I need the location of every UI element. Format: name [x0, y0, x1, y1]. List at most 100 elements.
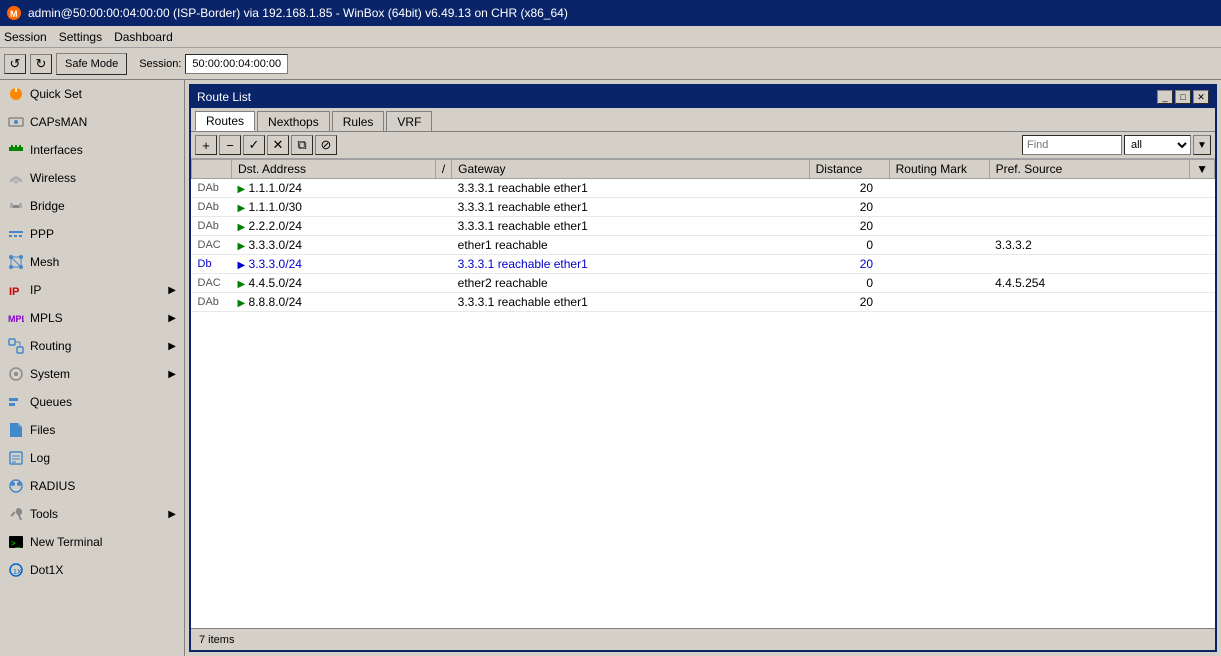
table-row[interactable]: DAb ▶ 1.1.1.0/24 3.3.3.1 reachable ether…: [192, 179, 1215, 198]
column-menu-icon[interactable]: ▼: [1196, 162, 1208, 176]
window-controls: _ □ ✕: [1157, 90, 1209, 104]
copy-route-button[interactable]: ⧉: [291, 135, 313, 155]
sidebar-item-quick-set[interactable]: Quick Set: [0, 80, 184, 108]
route-slash: [435, 274, 451, 293]
filter-button[interactable]: ⊘: [315, 135, 337, 155]
sidebar-item-radius[interactable]: RADIUS: [0, 472, 184, 500]
filter-dropdown-button[interactable]: ▼: [1193, 135, 1211, 155]
route-distance: 0: [809, 236, 889, 255]
disable-route-button[interactable]: ✕: [267, 135, 289, 155]
route-flags: DAb: [192, 217, 232, 236]
filter-select[interactable]: all static dynamic connect ospf bgp: [1124, 135, 1191, 155]
sidebar-item-mpls[interactable]: MPLS MPLS ▶: [0, 304, 184, 332]
sidebar-item-capsman[interactable]: CAPsMAN: [0, 108, 184, 136]
sidebar-label-radius: RADIUS: [30, 479, 75, 493]
col-routing-mark[interactable]: Routing Mark: [889, 160, 989, 179]
sidebar-item-ppp[interactable]: PPP: [0, 220, 184, 248]
item-count: 7 items: [199, 634, 234, 646]
tab-vrf[interactable]: VRF: [386, 111, 432, 131]
sidebar-item-mesh[interactable]: Mesh: [0, 248, 184, 276]
route-routing-mark: [889, 217, 989, 236]
route-arrow-cell: ▶ 1.1.1.0/30: [232, 198, 436, 217]
route-distance: 20: [809, 179, 889, 198]
route-gateway: 3.3.3.1 reachable ether1: [452, 179, 809, 198]
sidebar-item-interfaces[interactable]: Interfaces: [0, 136, 184, 164]
find-input[interactable]: [1022, 135, 1122, 155]
route-flags: DAb: [192, 293, 232, 312]
quickset-icon: [8, 86, 24, 102]
tab-rules[interactable]: Rules: [332, 111, 385, 131]
files-icon: [8, 422, 24, 438]
sidebar-item-dot1x[interactable]: 1X Dot1X: [0, 556, 184, 584]
svg-text:IP: IP: [9, 286, 19, 298]
add-route-button[interactable]: +: [195, 135, 217, 155]
route-slash: [435, 255, 451, 274]
title-text: admin@50:00:00:04:00:00 (ISP-Border) via…: [28, 6, 568, 20]
sidebar-item-ip[interactable]: IP IP ▶: [0, 276, 184, 304]
undo-icon: ↺: [10, 56, 21, 72]
tools-icon: [8, 506, 24, 522]
sidebar-item-new-terminal[interactable]: >_ New Terminal: [0, 528, 184, 556]
tab-routes[interactable]: Routes: [195, 111, 255, 131]
minimize-button[interactable]: _: [1157, 90, 1173, 104]
table-row[interactable]: Db ▶ 3.3.3.0/24 3.3.3.1 reachable ether1…: [192, 255, 1215, 274]
safe-mode-button[interactable]: Safe Mode: [56, 53, 127, 75]
table-toolbar: + − ✓ ✕ ⧉ ⊘ al: [191, 132, 1215, 159]
close-button[interactable]: ✕: [1193, 90, 1209, 104]
menu-settings[interactable]: Settings: [59, 30, 102, 44]
route-arrow-icon: ▶: [238, 203, 246, 214]
remove-route-button[interactable]: −: [219, 135, 241, 155]
tab-nexthops[interactable]: Nexthops: [257, 111, 330, 131]
routing-icon: [8, 338, 24, 354]
table-row[interactable]: DAb ▶ 8.8.8.0/24 3.3.3.1 reachable ether…: [192, 293, 1215, 312]
route-arrow-cell: ▶ 1.1.1.0/24: [232, 179, 436, 198]
svg-text:>_: >_: [11, 539, 21, 548]
sidebar-item-log[interactable]: Log: [0, 444, 184, 472]
svg-text:M: M: [10, 9, 18, 19]
window-title-text: Route List: [197, 90, 251, 104]
route-arrow-icon: ▶: [238, 298, 246, 309]
sidebar-item-bridge[interactable]: Bridge: [0, 192, 184, 220]
route-table: Dst. Address / Gateway Distance Routing …: [191, 159, 1215, 628]
sidebar-item-tools[interactable]: Tools ▶: [0, 500, 184, 528]
table-row[interactable]: DAb ▶ 2.2.2.0/24 3.3.3.1 reachable ether…: [192, 217, 1215, 236]
col-sort[interactable]: /: [435, 160, 451, 179]
route-pref-source: [989, 179, 1190, 198]
route-arrow-icon: ▶: [238, 260, 246, 271]
route-pref-source: [989, 293, 1190, 312]
session-label: Session:: [139, 58, 181, 70]
dot1x-icon: 1X: [8, 562, 24, 578]
col-gateway[interactable]: Gateway: [452, 160, 809, 179]
sidebar-item-queues[interactable]: Queues: [0, 388, 184, 416]
menu-dashboard[interactable]: Dashboard: [114, 30, 173, 44]
sidebar-label-interfaces: Interfaces: [30, 143, 83, 157]
route-routing-mark: [889, 179, 989, 198]
sidebar-item-routing[interactable]: Routing ▶: [0, 332, 184, 360]
menu-session[interactable]: Session: [4, 30, 47, 44]
wireless-icon: [8, 170, 24, 186]
system-icon: [8, 366, 24, 382]
route-routing-mark: [889, 255, 989, 274]
tools-arrow-icon: ▶: [168, 509, 176, 520]
col-flags[interactable]: [192, 160, 232, 179]
table-row[interactable]: DAb ▶ 1.1.1.0/30 3.3.3.1 reachable ether…: [192, 198, 1215, 217]
undo-button[interactable]: ↺: [4, 54, 26, 74]
sidebar-item-files[interactable]: Files: [0, 416, 184, 444]
sidebar-item-system[interactable]: System ▶: [0, 360, 184, 388]
table-row[interactable]: DAC ▶ 4.4.5.0/24 ether2 reachable 0 4.4.…: [192, 274, 1215, 293]
maximize-button[interactable]: □: [1175, 90, 1191, 104]
session-value: 50:00:00:04:00:00: [185, 54, 288, 74]
sidebar-label-routing: Routing: [30, 339, 71, 353]
col-dst-address[interactable]: Dst. Address: [232, 160, 436, 179]
table-row[interactable]: DAC ▶ 3.3.3.0/24 ether1 reachable 0 3.3.…: [192, 236, 1215, 255]
capsman-icon: [8, 114, 24, 130]
redo-button[interactable]: ↻: [30, 54, 52, 74]
col-pref-source[interactable]: Pref. Source: [989, 160, 1190, 179]
ip-icon: IP: [8, 282, 24, 298]
sidebar-item-wireless[interactable]: Wireless: [0, 164, 184, 192]
route-pref-source: 4.4.5.254: [989, 274, 1190, 293]
enable-route-button[interactable]: ✓: [243, 135, 265, 155]
col-distance[interactable]: Distance: [809, 160, 889, 179]
ppp-icon: [8, 226, 24, 242]
sidebar-label-log: Log: [30, 451, 50, 465]
